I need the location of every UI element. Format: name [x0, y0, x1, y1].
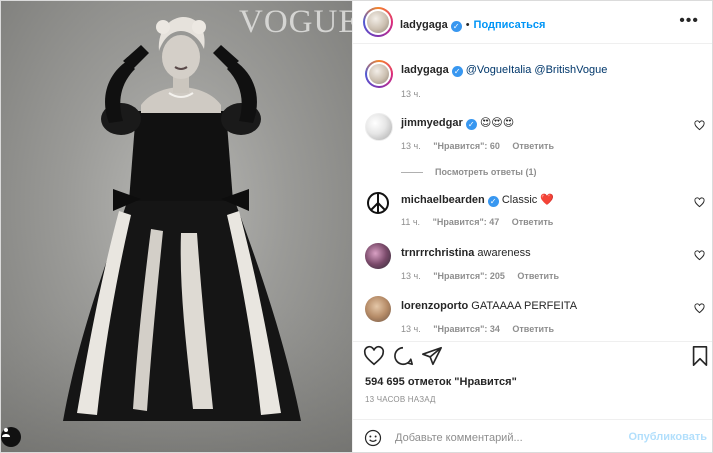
- reply-button[interactable]: Ответить: [512, 141, 554, 151]
- author-avatar[interactable]: [363, 7, 393, 37]
- caption-username[interactable]: ladygaga: [401, 64, 449, 76]
- view-replies-button[interactable]: Посмотреть ответы (1): [401, 167, 536, 177]
- commenter-avatar[interactable]: [365, 190, 391, 216]
- instagram-post: VOGUE ladygaga ✓ • Подписаться ••• ladyg…: [0, 0, 713, 453]
- post-side-panel: ladygaga ✓ • Подписаться ••• ladygaga ✓ @Vog…: [352, 1, 712, 452]
- caption-text[interactable]: @VogueItalia @BritishVogue: [466, 64, 608, 76]
- comment-input[interactable]: [393, 428, 627, 448]
- comment-meta: 13 ч. "Нравится": 34 Ответить: [401, 324, 564, 334]
- comment-text-line: michaelbearden ✓ Classic ❤️: [401, 193, 681, 207]
- comment-text: Classic ❤️: [501, 194, 555, 206]
- verified-badge-icon: ✓: [487, 196, 499, 207]
- comment-meta: 11 ч. "Нравится": 47 Ответить: [401, 217, 563, 227]
- comment-likes[interactable]: "Нравится": 47: [433, 217, 500, 227]
- follow-button[interactable]: Подписаться: [474, 19, 546, 31]
- comment-text-line: trnrrrchristina awareness: [401, 246, 681, 260]
- comment-time: 11 ч.: [401, 217, 421, 227]
- commenter-avatar[interactable]: [365, 113, 393, 141]
- reply-button[interactable]: Ответить: [517, 271, 559, 281]
- caption-text-line: ladygaga ✓ @VogueItalia @BritishVogue: [401, 63, 681, 77]
- bookmark-icon[interactable]: [689, 345, 711, 367]
- comment-like-heart-icon[interactable]: [694, 250, 705, 261]
- caption-meta: 13 ч.: [401, 89, 431, 99]
- separator-dot: •: [465, 19, 470, 31]
- comment-like-heart-icon[interactable]: [694, 120, 705, 131]
- comment-like-heart-icon[interactable]: [694, 197, 705, 208]
- comment-likes[interactable]: "Нравится": 205: [433, 271, 505, 281]
- comment-item: trnrrrchristina awareness 13 ч. "Нравитс…: [365, 243, 705, 287]
- caption-time: 13 ч.: [401, 89, 421, 99]
- comment-likes[interactable]: "Нравится": 60: [433, 141, 500, 151]
- author-line: ladygaga ✓ • Подписаться: [400, 15, 545, 33]
- comment-time: 13 ч.: [401, 141, 421, 151]
- post-photo[interactable]: VOGUE: [1, 1, 352, 452]
- comment-meta: 13 ч. "Нравится": 60 Ответить: [401, 141, 564, 151]
- comment-meta: 13 ч. "Нравится": 205 Ответить: [401, 271, 569, 281]
- reply-button[interactable]: Ответить: [512, 217, 554, 227]
- paper-plane-icon[interactable]: [421, 345, 443, 367]
- caption: ladygaga ✓ @VogueItalia @BritishVogue 13 …: [365, 60, 705, 104]
- peace-sign-icon: [367, 192, 389, 214]
- comment-item: michaelbearden ✓ Classic ❤️ 11 ч. "Нравит…: [365, 190, 705, 234]
- comment-time: 13 ч.: [401, 271, 421, 281]
- heart-icon[interactable]: [363, 345, 385, 367]
- post-timestamp: 13 ЧАСОВ НАЗАД: [365, 395, 436, 404]
- comment-text: awareness: [477, 247, 531, 259]
- comment-username[interactable]: trnrrrchristina: [401, 247, 474, 259]
- comment-text-line: lorenzoporto GATAAAA PERFEITA: [401, 299, 681, 313]
- more-options-icon[interactable]: •••: [679, 12, 699, 30]
- comments-list[interactable]: ladygaga ✓ @VogueItalia @BritishVogue 13 …: [353, 44, 712, 339]
- vogue-masthead: VOGUE: [239, 4, 352, 40]
- add-comment-form: Опубликовать: [353, 419, 712, 452]
- author-username[interactable]: ladygaga: [400, 19, 448, 31]
- user-tag-icon[interactable]: [1, 427, 21, 447]
- photo-illustration: [1, 17, 352, 452]
- post-actions-bar: [353, 341, 712, 372]
- smiley-icon[interactable]: [364, 429, 382, 447]
- comment-username[interactable]: jimmyedgar: [401, 117, 463, 129]
- comment-time: 13 ч.: [401, 324, 421, 334]
- comment-text: GATAAAA PERFEITA: [471, 300, 578, 312]
- comment-item: lorenzoporto GATAAAA PERFEITA 13 ч. "Нра…: [365, 296, 705, 339]
- comment-bubble-icon[interactable]: [392, 345, 414, 367]
- publish-button[interactable]: Опубликовать: [628, 431, 707, 443]
- comment-likes[interactable]: "Нравится": 34: [433, 324, 500, 334]
- comment-like-heart-icon[interactable]: [694, 303, 705, 314]
- verified-badge-icon: ✓: [451, 66, 463, 77]
- caption-avatar[interactable]: [365, 60, 393, 88]
- verified-badge-icon: ✓: [450, 21, 462, 32]
- comment-username[interactable]: lorenzoporto: [401, 300, 468, 312]
- comment-item: jimmyedgar ✓ 😍😍😍 13 ч. "Нравится": 60 Отв…: [365, 113, 705, 183]
- reply-button[interactable]: Ответить: [512, 324, 554, 334]
- commenter-avatar[interactable]: [365, 296, 391, 322]
- replies-divider: [401, 172, 423, 174]
- view-replies-label: Посмотреть ответы (1): [435, 167, 537, 177]
- verified-badge-icon: ✓: [465, 119, 477, 130]
- likes-count[interactable]: 594 695 отметок "Нравится": [365, 376, 517, 388]
- comment-text-line: jimmyedgar ✓ 😍😍😍: [401, 116, 681, 130]
- post-header: ladygaga ✓ • Подписаться •••: [353, 1, 712, 44]
- comment-username[interactable]: michaelbearden: [401, 194, 485, 206]
- comment-text: 😍😍😍: [479, 117, 515, 129]
- commenter-avatar[interactable]: [365, 243, 391, 269]
